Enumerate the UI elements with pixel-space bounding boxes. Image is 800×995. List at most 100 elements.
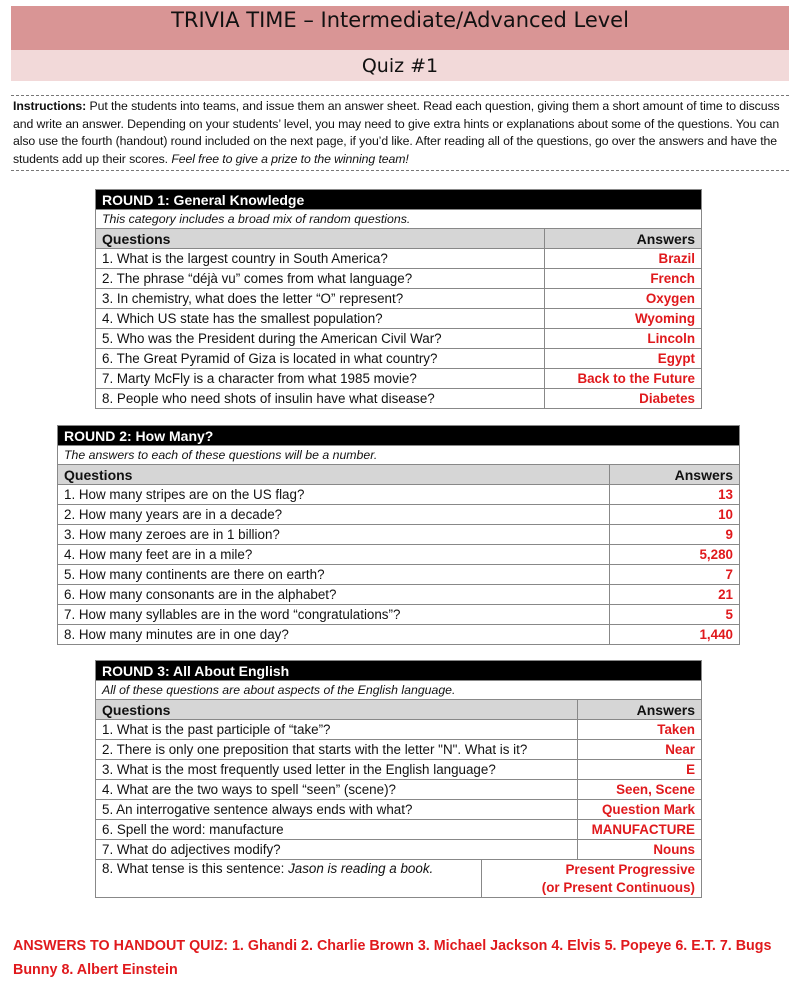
answer-cell: Taken xyxy=(577,719,702,740)
table-row: 4. Which US state has the smallest popul… xyxy=(95,308,702,329)
round-title-row: ROUND 2: How Many? xyxy=(57,425,740,446)
answer-cell: 9 xyxy=(609,524,740,545)
table-row: 7. Marty McFly is a character from what … xyxy=(95,368,702,389)
round-title-row: ROUND 3: All About English xyxy=(95,660,702,681)
table-row: 3. How many zeroes are in 1 billion? 9 xyxy=(57,524,740,545)
table-row: 2. There is only one preposition that st… xyxy=(95,739,702,760)
table-row: 8. How many minutes are in one day? 1,440 xyxy=(57,624,740,645)
table-row: 5. Who was the President during the Amer… xyxy=(95,328,702,349)
question-cell: 5. An interrogative sentence always ends… xyxy=(95,799,578,820)
question-cell: 3. How many zeroes are in 1 billion? xyxy=(57,524,610,545)
questions-header: Questions xyxy=(95,228,545,249)
round-2-table: ROUND 2: How Many? The answers to each of… xyxy=(57,425,740,645)
question-cell: 6. How many consonants are in the alphab… xyxy=(57,584,610,605)
answer-cell: Question Mark xyxy=(577,799,702,820)
question-cell: 3. What is the most frequently used lett… xyxy=(95,759,578,780)
answer-cell: Present Progressive (or Present Continuou… xyxy=(481,859,702,898)
question-cell: 5. Who was the President during the Amer… xyxy=(95,328,545,349)
answers-header: Answers xyxy=(609,464,740,485)
handout-answers: ANSWERS TO HANDOUT QUIZ: 1. Ghandi 2. Ch… xyxy=(13,938,772,978)
answer-cell: Brazil xyxy=(544,248,702,269)
round-description: All of these questions are about aspects… xyxy=(95,680,702,700)
question-cell: 4. What are the two ways to spell “seen”… xyxy=(95,779,578,800)
column-header-row: Questions Answers xyxy=(95,228,702,249)
question-cell: 1. What is the past participle of “take”… xyxy=(95,719,578,740)
table-row: 2. The phrase “déjà vu” comes from what … xyxy=(95,268,702,289)
table-row: 1. How many stripes are on the US flag? 1… xyxy=(57,484,740,505)
table-row: 1. What is the past participle of “take”… xyxy=(95,719,702,740)
table-row: 2. How many years are in a decade? 10 xyxy=(57,504,740,525)
table-row: 5. An interrogative sentence always ends… xyxy=(95,799,702,820)
answer-cell: Oxygen xyxy=(544,288,702,309)
question-cell: 2. The phrase “déjà vu” comes from what … xyxy=(95,268,545,289)
answers-header: Answers xyxy=(577,699,702,720)
question-cell: 7. Marty McFly is a character from what … xyxy=(95,368,545,389)
answer-cell: Seen, Scene xyxy=(577,779,702,800)
question-cell: 8. How many minutes are in one day? xyxy=(57,624,610,645)
answer-cell: MANUFACTURE xyxy=(577,819,702,840)
instructions: Instructions: Put the students into team… xyxy=(11,95,789,171)
table-row: 6. How many consonants are in the alphab… xyxy=(57,584,740,605)
question-cell: 7. What do adjectives modify? xyxy=(95,839,578,860)
table-row: 1. What is the largest country in South … xyxy=(95,248,702,269)
table-row: 4. How many feet are in a mile? 5,280 xyxy=(57,544,740,565)
question-cell: 8. What tense is this sentence: Jason is… xyxy=(95,859,482,898)
table-row: 3. What is the most frequently used lett… xyxy=(95,759,702,780)
round-description-row: The answers to each of these questions w… xyxy=(57,445,740,465)
round-description-row: All of these questions are about aspects… xyxy=(95,680,702,700)
answer-cell: Wyoming xyxy=(544,308,702,329)
answer-cell: 5,280 xyxy=(609,544,740,565)
answer-cell: Lincoln xyxy=(544,328,702,349)
answer-cell: Near xyxy=(577,739,702,760)
question-cell: 1. How many stripes are on the US flag? xyxy=(57,484,610,505)
table-row: 7. What do adjectives modify? Nouns xyxy=(95,839,702,860)
answer-cell: Back to the Future xyxy=(544,368,702,389)
answers-header: Answers xyxy=(544,228,702,249)
round-description-row: This category includes a broad mix of ra… xyxy=(95,209,702,229)
round-3-table: ROUND 3: All About English All of these q… xyxy=(95,660,702,898)
table-row: 8. People who need shots of insulin have… xyxy=(95,388,702,409)
round-1-table: ROUND 1: General Knowledge This category … xyxy=(95,189,702,409)
question-cell: 4. Which US state has the smallest popul… xyxy=(95,308,545,329)
question-cell: 6. The Great Pyramid of Giza is located … xyxy=(95,348,545,369)
instructions-italic: Feel free to give a prize to the winning… xyxy=(171,151,409,166)
answer-cell: 10 xyxy=(609,504,740,525)
column-header-row: Questions Answers xyxy=(95,699,702,720)
answer-cell: Egypt xyxy=(544,348,702,369)
table-row: 4. What are the two ways to spell “seen”… xyxy=(95,779,702,800)
question-cell: 6. Spell the word: manufacture xyxy=(95,819,578,840)
table-row: 5. How many continents are there on eart… xyxy=(57,564,740,585)
question-cell: 5. How many continents are there on eart… xyxy=(57,564,610,585)
table-row: 6. Spell the word: manufacture MANUFACTUR… xyxy=(95,819,702,840)
answer-cell: 13 xyxy=(609,484,740,505)
answer-cell: 7 xyxy=(609,564,740,585)
question-cell: 8. People who need shots of insulin have… xyxy=(95,388,545,409)
round-title-row: ROUND 1: General Knowledge xyxy=(95,189,702,210)
quiz-subtitle: Quiz #1 xyxy=(11,50,789,81)
table-row: 6. The Great Pyramid of Giza is located … xyxy=(95,348,702,369)
table-row: 3. In chemistry, what does the letter “O… xyxy=(95,288,702,309)
answer-cell: Nouns xyxy=(577,839,702,860)
answer-cell: French xyxy=(544,268,702,289)
question-cell: 2. There is only one preposition that st… xyxy=(95,739,578,760)
question-cell: 1. What is the largest country in South … xyxy=(95,248,545,269)
instructions-label: Instructions: xyxy=(13,99,87,113)
questions-header: Questions xyxy=(95,699,578,720)
round-description: This category includes a broad mix of ra… xyxy=(95,209,702,229)
column-header-row: Questions Answers xyxy=(57,464,740,485)
round-title: ROUND 2: How Many? xyxy=(57,425,740,446)
question-cell: 2. How many years are in a decade? xyxy=(57,504,610,525)
round-title: ROUND 1: General Knowledge xyxy=(95,189,702,210)
questions-header: Questions xyxy=(57,464,610,485)
question-cell: 7. How many syllables are in the word “c… xyxy=(57,604,610,625)
question-cell: 3. In chemistry, what does the letter “O… xyxy=(95,288,545,309)
example-sentence: Jason is reading a book. xyxy=(288,861,434,876)
table-row: 7. How many syllables are in the word “c… xyxy=(57,604,740,625)
answer-cell: 21 xyxy=(609,584,740,605)
answer-cell: Diabetes xyxy=(544,388,702,409)
answer-cell: 5 xyxy=(609,604,740,625)
table-row: 8. What tense is this sentence: Jason is… xyxy=(95,859,702,898)
answer-line: Present Progressive xyxy=(565,861,695,877)
round-title: ROUND 3: All About English xyxy=(95,660,702,681)
question-cell: 4. How many feet are in a mile? xyxy=(57,544,610,565)
